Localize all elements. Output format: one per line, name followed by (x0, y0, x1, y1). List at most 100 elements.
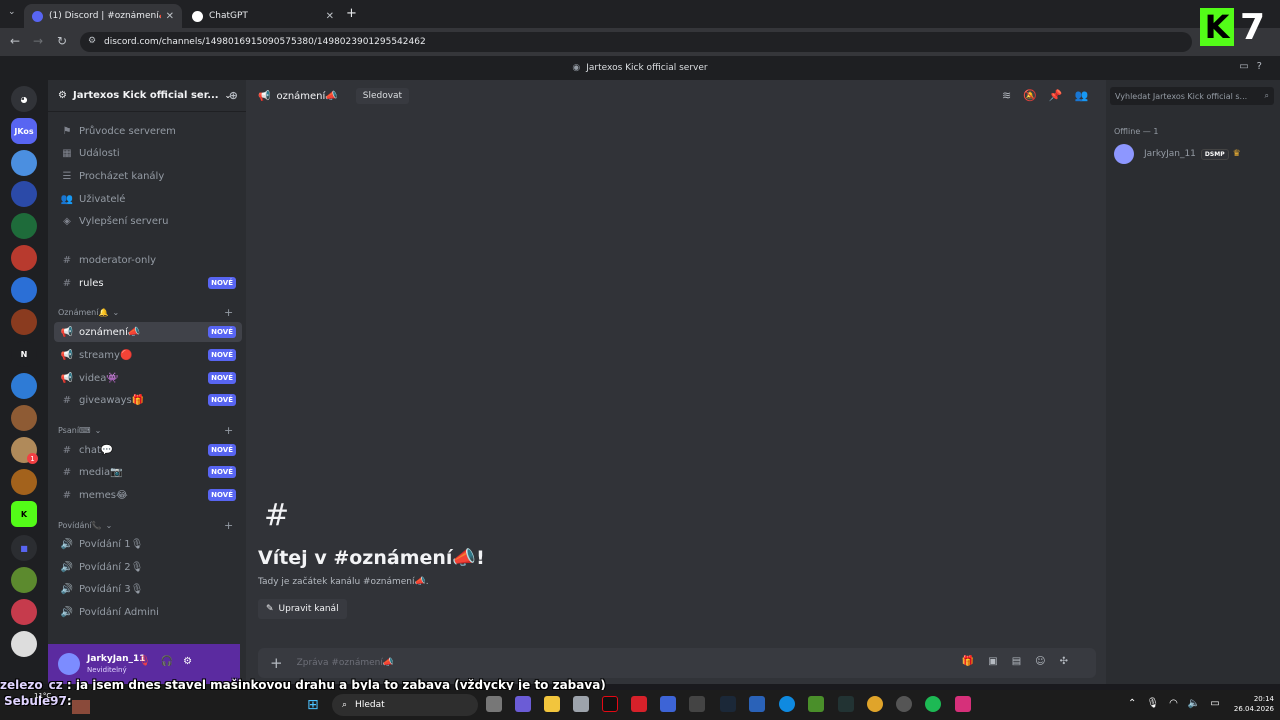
edit-channel-button[interactable]: ✎ Upravit kanál (258, 599, 347, 619)
site-info-icon[interactable]: ⚙ (88, 36, 96, 46)
pin-icon[interactable]: 📌 (1049, 89, 1075, 102)
avatar[interactable] (58, 653, 80, 675)
channel-moderator-only[interactable]: # moderator-only (54, 250, 242, 270)
title-bar-icons[interactable]: ▭? (1239, 61, 1270, 72)
taskbar-search[interactable]: ⌕ Hledat (332, 694, 478, 716)
epic-games-icon[interactable] (689, 696, 705, 712)
address-bar[interactable]: ⚙ discord.com/channels/14980169150905753… (80, 32, 1192, 52)
user-controls[interactable]: 🎙🎧⚙ (138, 656, 202, 667)
discord-home-icon[interactable]: ◕ (11, 86, 37, 112)
close-tab-icon[interactable]: ✕ (166, 11, 174, 22)
add-attachment-icon[interactable]: + (270, 654, 283, 672)
server-icon[interactable] (11, 469, 37, 495)
gear-icon[interactable]: ⚙ (183, 656, 202, 667)
server-icon[interactable] (11, 277, 37, 303)
add-channel-icon[interactable]: + (224, 519, 233, 532)
new-tab-icon[interactable]: + (346, 6, 357, 21)
chrome-icon[interactable] (867, 696, 883, 712)
apps-icon[interactable]: ✣ (1060, 656, 1082, 667)
gif-icon[interactable]: ▣ (988, 656, 1011, 667)
message-input[interactable]: Zpráva #oznámení📣 (297, 658, 395, 668)
search-input[interactable]: Vyhledat Jartexos Kick official s... ⌕ (1110, 87, 1274, 105)
mic-icon[interactable]: 🎙 (1146, 698, 1169, 709)
emoji-icon[interactable]: ☺ (1035, 656, 1059, 667)
file-explorer-icon[interactable] (544, 696, 560, 712)
voice-channel-admin[interactable]: 🔊 Povídání Admini (54, 602, 242, 622)
server-kick-icon[interactable]: K (11, 501, 37, 527)
headphones-icon[interactable]: 🎧 (161, 656, 183, 667)
app-icon[interactable] (838, 696, 854, 712)
channel-media[interactable]: # media📷 NOVÉ (54, 462, 242, 482)
server-icon[interactable] (11, 245, 37, 271)
server-icon[interactable] (11, 181, 37, 207)
channel-chat[interactable]: # chat💬 NOVÉ (54, 440, 242, 460)
nav-server-boost[interactable]: ◈ Vylepšení serveru (54, 211, 242, 231)
voice-channel-2[interactable]: 🔊 Povídání 2🎙 (54, 557, 242, 577)
weather-widget[interactable]: 11°C (34, 692, 51, 700)
channel-videa[interactable]: 📢 videa👾 NOVÉ (54, 368, 242, 388)
server-jkos[interactable]: JKos (11, 118, 37, 144)
server-n[interactable]: N (11, 341, 37, 367)
voice-channel-1[interactable]: 🔊 Povídání 1🎙 (54, 534, 242, 554)
add-channel-icon[interactable]: + (224, 424, 233, 437)
nav-members[interactable]: 👥 Uživatelé (54, 189, 242, 209)
server-icon[interactable] (11, 373, 37, 399)
tab-chatgpt[interactable]: ChatGPT ✕ (184, 4, 342, 28)
l-app-icon[interactable] (631, 696, 647, 712)
edge-icon[interactable] (779, 696, 795, 712)
spotify-icon[interactable] (925, 696, 941, 712)
category-oznameni[interactable]: Oznámení🔔 ⌄ (58, 308, 119, 317)
clock[interactable]: 20:14 26.04.2026 (1228, 694, 1274, 714)
mute-notifications-icon[interactable]: 🔕 (1023, 89, 1049, 102)
folder-icon[interactable]: ■ (11, 535, 37, 561)
obs-icon[interactable] (896, 696, 912, 712)
server-icon[interactable] (11, 309, 37, 335)
server-icon[interactable] (11, 213, 37, 239)
server-icon[interactable] (11, 405, 37, 431)
threads-icon[interactable]: ≋ (1002, 89, 1023, 102)
server-icon[interactable] (11, 599, 37, 625)
channel-giveaways[interactable]: # giveaways🎁 NOVÉ (54, 390, 242, 410)
channel-oznameni[interactable]: 📢 oznámení📣 NOVÉ (54, 322, 242, 342)
follow-button[interactable]: Sledovat (355, 88, 410, 104)
mute-mic-icon[interactable]: 🎙 (138, 656, 161, 667)
close-tab-icon[interactable]: ✕ (326, 11, 334, 22)
avatar[interactable] (1114, 144, 1134, 164)
battery-icon[interactable]: ▭ (1210, 698, 1229, 709)
volume-icon[interactable]: 🔈 (1188, 698, 1210, 709)
terminal-icon[interactable] (749, 696, 765, 712)
minecraft-icon[interactable] (808, 696, 824, 712)
store-icon[interactable] (573, 696, 589, 712)
channel-streamy[interactable]: 📢 streamy🔴 NOVÉ (54, 345, 242, 365)
back-icon[interactable]: ← (10, 34, 20, 48)
system-tray[interactable]: ⌃🎙◠🔈▭ (1128, 698, 1230, 709)
steam-icon[interactable] (720, 696, 736, 712)
channel-rules[interactable]: # rules NOVÉ (54, 273, 242, 293)
channel-memes[interactable]: # memes😂 NOVÉ (54, 485, 242, 505)
member-list-icon[interactable]: 👥 (1075, 89, 1101, 102)
nav-server-guide[interactable]: ⚑ Průvodce serverem (54, 121, 242, 141)
server-header[interactable]: ⚙ Jartexos Kick official ser... ⌄ ⊕ (48, 80, 246, 112)
wifi-icon[interactable]: ◠ (1169, 698, 1188, 709)
sticker-icon[interactable]: ▤ (1012, 656, 1035, 667)
category-povidani[interactable]: Povídání📞 ⌄ (58, 521, 112, 530)
forward-icon[interactable]: → (33, 34, 43, 48)
tab-discord[interactable]: (1) Discord | #oznámení📣 | Jar ✕ (24, 4, 182, 28)
invite-people-icon[interactable]: ⊕ (229, 89, 238, 102)
message-composer[interactable]: + Zpráva #oznámení📣 🎁▣▤☺✣ (258, 648, 1096, 678)
nav-events[interactable]: ▦ Události (54, 143, 242, 163)
media-app-icon[interactable] (660, 696, 676, 712)
server-icon[interactable] (11, 631, 37, 657)
server-icon[interactable] (11, 567, 37, 593)
chevron-up-icon[interactable]: ⌃ (1128, 698, 1146, 709)
netflix-icon[interactable] (602, 696, 618, 712)
nav-browse-channels[interactable]: ☰ Procházet kanály (54, 166, 242, 186)
category-psani[interactable]: Psaní⌨ ⌄ (58, 426, 101, 435)
add-channel-icon[interactable]: + (224, 306, 233, 319)
teams-icon[interactable] (515, 696, 531, 712)
instagram-icon[interactable] (955, 696, 971, 712)
reload-icon[interactable]: ↻ (57, 34, 67, 48)
voice-channel-3[interactable]: 🔊 Povídání 3🎙 (54, 579, 242, 599)
gift-icon[interactable]: 🎁 (962, 656, 988, 667)
server-icon[interactable] (11, 150, 37, 176)
